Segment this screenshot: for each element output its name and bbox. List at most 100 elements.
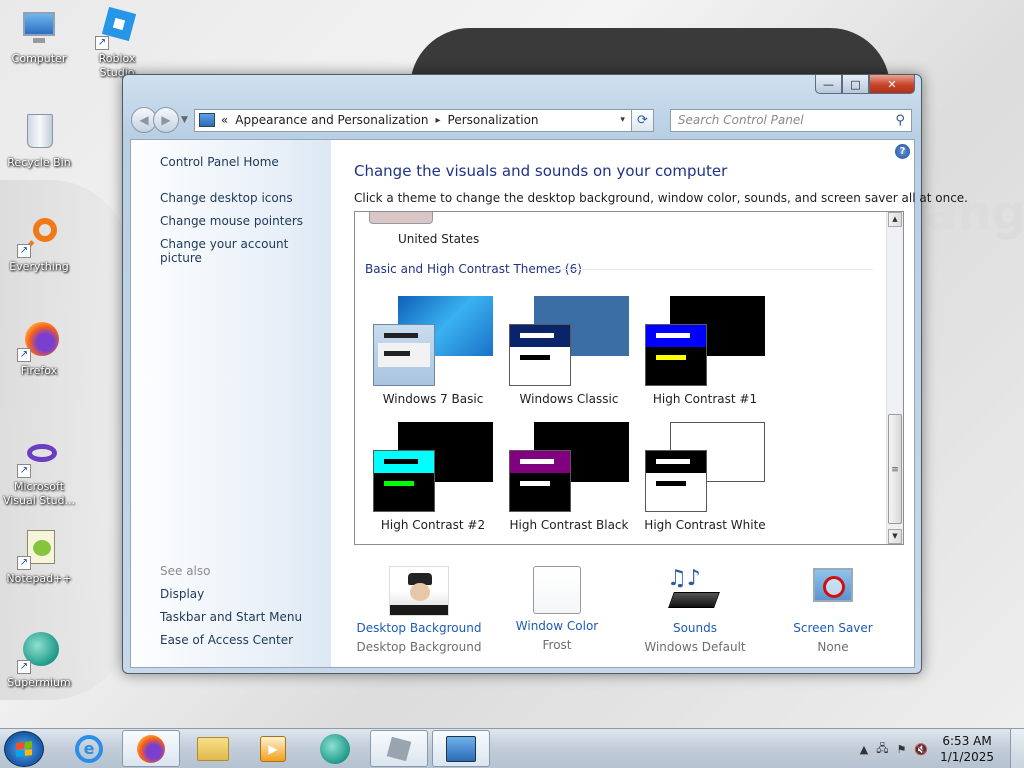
option-value: None	[817, 640, 849, 654]
main-panel: ? Change the visuals and sounds on your …	[331, 140, 968, 667]
taskbar-roblox-studio[interactable]	[370, 730, 428, 767]
theme-thumbnail-united-states[interactable]	[369, 212, 433, 224]
theme-label: High Contrast White	[644, 518, 766, 532]
maximize-button[interactable]: □	[842, 75, 869, 94]
theme-high-contrast-2[interactable]: High Contrast #2	[367, 422, 499, 537]
taskbar-supermium[interactable]	[306, 730, 364, 767]
theme-list-scrollbar[interactable]: ▲ ≡ ▼	[886, 212, 903, 544]
option-title[interactable]: Window Color	[492, 619, 622, 633]
desktop-icon-everything[interactable]: ↗ Everything	[2, 216, 76, 274]
minimize-button[interactable]: —	[815, 75, 842, 94]
theme-windows-7-basic[interactable]: Windows 7 Basic	[367, 296, 499, 411]
sidebar-link-taskbar-start-menu[interactable]: Taskbar and Start Menu	[160, 610, 302, 624]
desktop-icon-visual-studio[interactable]: ↗ Microsoft Visual Stud...	[2, 436, 76, 508]
close-button[interactable]: ✕	[869, 75, 915, 94]
option-title[interactable]: Screen Saver	[768, 621, 898, 635]
option-title[interactable]: Sounds	[630, 621, 760, 635]
taskbar-file-explorer[interactable]	[184, 730, 242, 767]
scroll-up-icon[interactable]: ▲	[888, 212, 902, 227]
theme-high-contrast-white[interactable]: High Contrast White	[639, 422, 771, 537]
desktop-icon-supermium[interactable]: ↗ Supermium	[2, 632, 76, 690]
group-divider	[555, 269, 873, 270]
media-player-icon: ▶	[260, 735, 286, 762]
taskbar: e ▶ ▲ 🖧 ⚑ 🔇 6:53 AM 1/1/2025	[0, 728, 1024, 768]
theme-label-united-states[interactable]: United States	[398, 232, 479, 246]
desktop-icon-firefox[interactable]: ↗ Firefox	[2, 320, 76, 378]
clock[interactable]: 6:53 AM 1/1/2025	[940, 733, 994, 765]
theme-label: Windows 7 Basic	[382, 392, 484, 406]
clock-time: 6:53 AM	[942, 734, 992, 748]
sidebar-link-change-account-picture[interactable]: Change your account picture	[160, 237, 331, 265]
theme-label: High Contrast #1	[652, 392, 758, 406]
desktop-icon-roblox-studio[interactable]: ↗ Roblox Studio	[80, 6, 154, 80]
breadcrumb-personalization[interactable]: Personalization	[448, 113, 539, 127]
start-button[interactable]	[4, 731, 44, 767]
desktop-icon-computer[interactable]: Computer	[2, 8, 76, 66]
firefox-icon: ↗	[17, 320, 59, 362]
option-window-color[interactable]: Window Color Frost	[492, 560, 622, 652]
sidebar-link-change-mouse-pointers[interactable]: Change mouse pointers	[160, 214, 303, 228]
forward-button[interactable]: ▶	[153, 107, 179, 133]
desktop-background-thumbnail	[389, 566, 449, 616]
recent-pages-dropdown[interactable]: ▼	[181, 115, 188, 125]
theme-label: High Contrast #2	[380, 518, 486, 532]
taskbar-control-panel[interactable]	[432, 730, 490, 767]
breadcrumb-appearance[interactable]: Appearance and Personalization	[235, 113, 428, 127]
search-input[interactable]: Search Control Panel ⚲	[669, 108, 912, 132]
notepad-plus-plus-icon: ↗	[17, 528, 59, 570]
refresh-button[interactable]: ⟳	[631, 108, 654, 132]
breadcrumb-separator-icon[interactable]: ▸	[436, 115, 441, 126]
internet-explorer-icon: e	[75, 734, 103, 763]
desktop-icon-notepad-plus-plus[interactable]: ↗ Notepad++	[2, 528, 76, 586]
help-icon[interactable]: ?	[895, 144, 910, 159]
sidebar-link-control-panel-home[interactable]: Control Panel Home	[160, 155, 279, 169]
folder-icon	[197, 736, 229, 761]
theme-high-contrast-1[interactable]: High Contrast #1	[639, 296, 771, 411]
page-title: Change the visuals and sounds on your co…	[354, 162, 728, 180]
network-icon[interactable]: 🖧	[876, 740, 888, 759]
theme-list[interactable]: United States Basic and High Contrast Th…	[354, 211, 904, 545]
show-hidden-icons-button[interactable]: ▲	[860, 743, 868, 756]
option-value: Windows Default	[644, 640, 746, 654]
option-value: Frost	[542, 638, 572, 652]
theme-options: Desktop Background Desktop Background Wi…	[354, 560, 914, 660]
volume-muted-icon[interactable]: 🔇	[914, 743, 928, 756]
address-bar[interactable]: « Appearance and Personalization ▸ Perso…	[193, 108, 632, 132]
option-value: Desktop Background	[356, 640, 482, 654]
supermium-icon	[320, 733, 350, 764]
sidebar-link-display[interactable]: Display	[160, 587, 204, 601]
theme-high-contrast-black[interactable]: High Contrast Black	[503, 422, 635, 537]
option-desktop-background[interactable]: Desktop Background Desktop Background	[354, 560, 484, 654]
option-sounds[interactable]: ♫♪ Sounds Windows Default	[630, 560, 760, 654]
address-chevron[interactable]: «	[221, 113, 228, 127]
desktop-icon-recycle-bin[interactable]: Recycle Bin	[2, 112, 76, 170]
sidebar-link-change-desktop-icons[interactable]: Change desktop icons	[160, 191, 293, 205]
personalization-window[interactable]: — □ ✕ ◀ ▶ ▼ « Appearance and Personaliza…	[122, 74, 968, 674]
scrollbar-thumb[interactable]: ≡	[888, 414, 902, 524]
page-description: Click a theme to change the desktop back…	[354, 191, 968, 205]
window-color-swatch	[533, 566, 581, 614]
control-panel-icon	[446, 735, 476, 762]
option-title[interactable]: Desktop Background	[354, 621, 484, 635]
show-desktop-button[interactable]	[1010, 729, 1024, 768]
theme-label: Windows Classic	[519, 392, 619, 406]
taskbar-internet-explorer[interactable]: e	[60, 730, 118, 767]
computer-icon	[19, 8, 59, 48]
clock-date: 1/1/2025	[940, 750, 994, 764]
scroll-down-icon[interactable]: ▼	[888, 529, 902, 544]
theme-windows-classic[interactable]: Windows Classic	[503, 296, 635, 411]
taskbar-firefox[interactable]	[122, 730, 180, 767]
control-panel-icon	[198, 113, 215, 127]
sidebar-link-ease-of-access[interactable]: Ease of Access Center	[160, 633, 293, 647]
option-screen-saver[interactable]: Screen Saver None	[768, 560, 898, 654]
firefox-icon	[137, 734, 165, 763]
address-dropdown-icon[interactable]: ▾	[620, 115, 625, 125]
sounds-icon: ♫♪	[665, 566, 725, 616]
supermium-icon: ↗	[17, 632, 59, 674]
action-center-flag-icon[interactable]: ⚑	[897, 743, 907, 756]
content-area: Control Panel Home Change desktop icons …	[130, 139, 968, 668]
taskbar-media-player[interactable]: ▶	[244, 730, 302, 767]
search-icon[interactable]: ⚲	[895, 113, 905, 128]
visual-studio-icon: ↗	[17, 436, 59, 478]
search-placeholder: Search Control Panel	[677, 113, 804, 127]
